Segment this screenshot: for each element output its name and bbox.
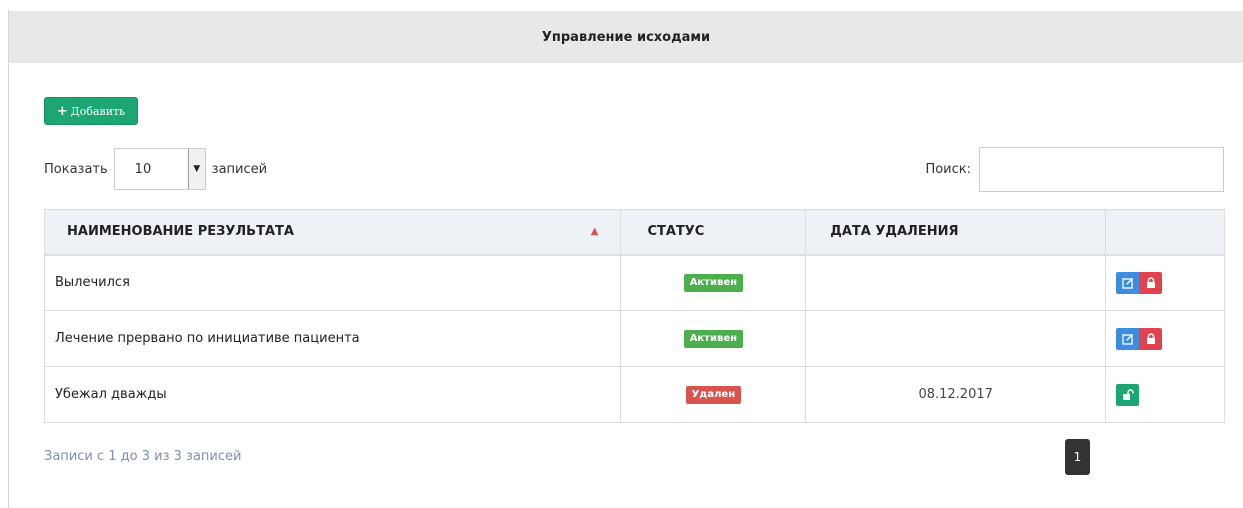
pagination-page-1[interactable]: 1 [1065, 439, 1090, 475]
row-name: Вылечился [43, 254, 622, 311]
plus-icon: + [56, 103, 68, 119]
search-input[interactable] [979, 146, 1224, 192]
status-badge: Активен [683, 329, 744, 348]
edit-button[interactable] [1116, 271, 1140, 294]
search-label: Поиск: [925, 161, 971, 177]
status-badge: Удален [685, 385, 742, 404]
lock-icon [1146, 332, 1155, 344]
add-button-label: Добавить [70, 104, 126, 118]
unlock-button[interactable] [1116, 383, 1140, 406]
outcomes-table: НАИМЕНОВАНИЕ РЕЗУЛЬТАТА ▲ СТАТУС ДАТА УД… [43, 209, 1225, 423]
row-actions [1116, 271, 1163, 294]
table-row: Лечение прервано по инициативе пациента … [43, 310, 1225, 367]
table-row: Убежал дважды Удален 08.12.2017 [43, 366, 1225, 423]
table-row: Вылечился Активен [43, 254, 1225, 311]
unlock-icon [1122, 388, 1134, 400]
row-actions [1116, 327, 1163, 350]
table-header-row: НАИМЕНОВАНИЕ РЕЗУЛЬТАТА ▲ СТАТУС ДАТА УД… [43, 209, 1225, 256]
status-badge: Активен [683, 273, 744, 292]
edit-icon [1121, 333, 1133, 345]
length-suffix: записей [211, 161, 268, 177]
column-header-name[interactable]: НАИМЕНОВАНИЕ РЕЗУЛЬТАТА ▲ [43, 209, 622, 256]
add-button[interactable]: + Добавить [44, 97, 138, 125]
edit-icon [1121, 277, 1133, 289]
lock-button[interactable] [1139, 271, 1163, 294]
column-header-actions [1105, 209, 1225, 256]
row-name: Лечение прервано по инициативе пациента [43, 310, 622, 367]
row-deleted-date [805, 254, 1107, 311]
edit-button[interactable] [1116, 327, 1140, 350]
search-control: Поиск: [925, 146, 1224, 192]
column-header-status[interactable]: СТАТУС [620, 209, 807, 256]
panel-header: Управление исходами [9, 11, 1243, 63]
length-prefix: Показать [44, 161, 108, 177]
column-header-deleted-date[interactable]: ДАТА УДАЛЕНИЯ [805, 209, 1107, 256]
dropdown-arrow-icon[interactable]: ▼ [187, 149, 205, 189]
sort-ascending-icon: ▲ [590, 226, 599, 237]
row-deleted-date: 08.12.2017 [805, 366, 1107, 423]
page-length-select[interactable]: 10 ▼ [113, 148, 206, 190]
page-length-value: 10 [134, 161, 152, 177]
table-info: Записи с 1 до 3 из 3 записей [44, 449, 242, 464]
page-length-control: Показать 10 ▼ записей [44, 147, 267, 191]
row-deleted-date [805, 310, 1107, 367]
panel-title: Управление исходами [541, 29, 711, 45]
panel-left-border [8, 10, 9, 508]
lock-icon [1146, 277, 1155, 288]
row-name: Убежал дважды [43, 366, 622, 423]
lock-button[interactable] [1139, 327, 1163, 350]
